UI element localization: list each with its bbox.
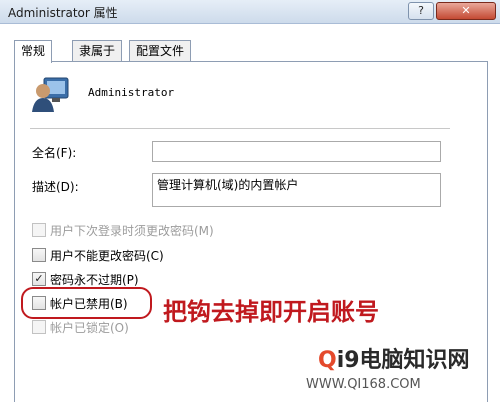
- highlight-outline: [21, 287, 152, 319]
- watermark-rest: i9电脑知识网: [336, 348, 470, 373]
- title-bar: Administrator 属性 ? ✕: [0, 0, 500, 24]
- tab-general[interactable]: 常规: [14, 40, 53, 63]
- password-never-expires-checkbox[interactable]: ✓: [32, 272, 46, 286]
- user-icon: [32, 77, 69, 112]
- tab-profile[interactable]: 配置文件: [129, 40, 192, 62]
- must-change-password-label: 用户下次登录时须更改密码(M): [50, 224, 214, 238]
- fullname-input[interactable]: [152, 141, 441, 162]
- password-never-expires-label: 密码永不过期(P): [50, 273, 139, 287]
- watermark-title: Qi9电脑知识网: [318, 342, 470, 374]
- help-button[interactable]: ?: [408, 2, 434, 20]
- tab-member-of[interactable]: 隶属于: [72, 40, 123, 62]
- annotation-text: 把钩去掉即开启账号: [163, 298, 379, 326]
- account-locked-label: 帐户已锁定(O): [50, 321, 129, 335]
- watermark-q: Q: [318, 348, 337, 373]
- fullname-label: 全名(F):: [32, 146, 77, 160]
- user-name: Administrator: [88, 86, 175, 99]
- separator: [30, 128, 450, 129]
- close-button[interactable]: ✕: [436, 2, 496, 20]
- account-locked-checkbox[interactable]: [32, 320, 46, 334]
- must-change-password-checkbox[interactable]: [32, 223, 46, 237]
- cannot-change-password-label: 用户不能更改密码(C): [50, 249, 164, 263]
- description-label: 描述(D):: [32, 180, 79, 194]
- window-title: Administrator 属性: [8, 6, 118, 20]
- description-input[interactable]: 管理计算机(域)的内置帐户: [152, 173, 441, 207]
- watermark-url: WWW.QI168.COM: [306, 377, 421, 392]
- cannot-change-password-checkbox[interactable]: [32, 248, 46, 262]
